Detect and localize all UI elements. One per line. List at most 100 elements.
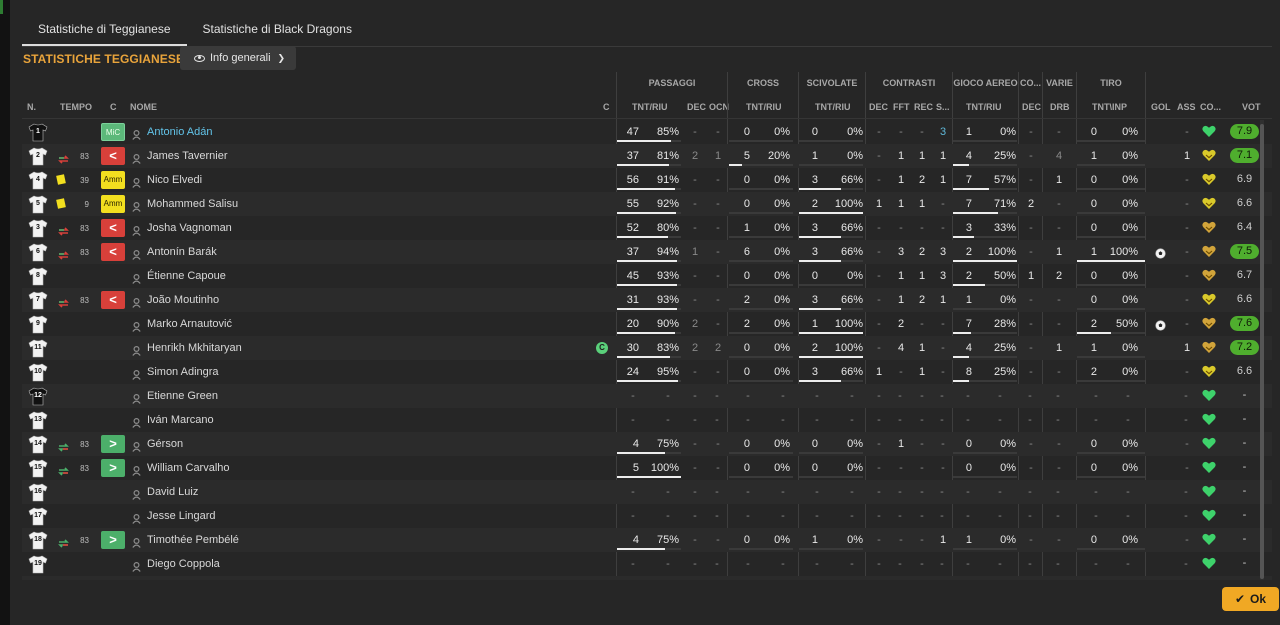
ok-button[interactable]: ✔ Ok: [1222, 587, 1279, 611]
player-name-link[interactable]: Nico Elvedi: [147, 168, 202, 192]
col-header-contr-fft[interactable]: FFT: [893, 102, 910, 112]
col-header-pass-ocn[interactable]: OCN: [709, 102, 729, 112]
shirt-icon: 7: [28, 291, 48, 310]
player-row[interactable]: 2 83 < James Tavernier 37 81% 2 1 5 20% 1 0% -1 1 1 4 25…: [22, 144, 1272, 168]
contrasti-dec: -: [877, 462, 881, 474]
player-row[interactable]: 17 Jesse Lingard - - - - - - - - - - - - - - - - - - - -: [22, 504, 1272, 528]
col-header-captain[interactable]: C: [603, 102, 610, 112]
shots-bar-track: [1077, 284, 1145, 286]
col-header-cross-tnt-riu[interactable]: TNT/RIU: [746, 102, 782, 112]
shots-bar-fill: [1077, 260, 1145, 262]
col-header-co[interactable]: CO...: [1200, 102, 1221, 112]
player-rows: 1 MiC Antonio Adán 47 85% - -0 0% 0 0% - - -3 1 0% - -0 0…: [22, 120, 1272, 580]
person-icon: [132, 535, 141, 548]
player-name-link[interactable]: Mohammed Salisu: [147, 192, 238, 216]
col-header-contr-rec[interactable]: REC: [914, 102, 933, 112]
empty-stat: -: [693, 486, 697, 498]
dribbles: -: [1057, 438, 1061, 450]
player-name-link[interactable]: João Moutinho: [147, 288, 219, 312]
assists: -: [1185, 126, 1189, 138]
player-name-link[interactable]: Antonín Barák: [147, 240, 217, 264]
player-row[interactable]: 7 83 < João Moutinho 31 93% - -2 0% 3 66% -1 2 1 1 0% - -…: [22, 288, 1272, 312]
shirt-number: 7: [36, 296, 40, 303]
player-row[interactable]: 12 Etienne Green - - - - - - - - - - - - - - - - - - - -: [22, 384, 1272, 408]
player-name-link[interactable]: William Carvalho: [147, 456, 230, 480]
player-rating: 7.6: [1230, 316, 1259, 331]
player-name-link[interactable]: Diego Coppola: [147, 552, 220, 576]
header-divider: [22, 118, 1272, 119]
col-header-vot[interactable]: VOT: [1242, 102, 1261, 112]
player-name-link[interactable]: Henrikh Mkhitaryan: [147, 336, 242, 360]
col-header-co-dec[interactable]: DEC: [1022, 102, 1041, 112]
player-row[interactable]: 13 Iván Marcano - - - - - - - - - - - - - - - - - - - -: [22, 408, 1272, 432]
aerial-bar-fill: [953, 212, 998, 214]
view-dropdown[interactable]: Info generali ❯: [180, 46, 296, 70]
shirt-icon: 5: [28, 195, 48, 214]
col-header-pass-dec[interactable]: DEC: [687, 102, 706, 112]
player-name-link[interactable]: Antonio Adán: [147, 120, 212, 144]
player-name-link[interactable]: David Luiz: [147, 480, 198, 504]
player-name-link[interactable]: James Tavernier: [147, 144, 228, 168]
empty-stat: -: [631, 414, 635, 426]
col-header-pass-tnt-riu[interactable]: TNT/RIU: [632, 102, 668, 112]
player-row[interactable]: 4 39 Amm Nico Elvedi 56 91% - -0 0% 3 66% -1 2 1 7 57% -…: [22, 168, 1272, 192]
player-row[interactable]: [22, 576, 1272, 580]
col-header-c[interactable]: C: [110, 102, 117, 112]
player-row[interactable]: 15 83 > William Carvalho 5 100% - -0 0% 0 0% - - - -0 0…: [22, 456, 1272, 480]
player-name-link[interactable]: Étienne Capoue: [147, 264, 226, 288]
col-header-sciv-tnt-riu[interactable]: TNT/RIU: [815, 102, 851, 112]
player-row[interactable]: 11 Henrikh Mkhitaryan C 30 83% 2 2 0 0% 2 100% -4 1-…: [22, 336, 1272, 360]
col-header-contr-dec[interactable]: DEC: [869, 102, 888, 112]
empty-stat: -: [940, 414, 944, 426]
col-header-n[interactable]: N.: [27, 102, 36, 112]
col-header-varie-drb[interactable]: DRB: [1050, 102, 1070, 112]
co-decisive: 1: [1027, 270, 1035, 282]
passes-bar-fill: [617, 140, 671, 142]
player-row[interactable]: 19 Diego Coppola - - - - - - - - - - - - - - - - - - - -: [22, 552, 1272, 576]
player-row[interactable]: 3 83 < Josha Vagnoman 52 80% - -1 0% 3 66% - - - -3 33%…: [22, 216, 1272, 240]
col-header-gol[interactable]: GOL: [1151, 102, 1171, 112]
player-name-link[interactable]: Etienne Green: [147, 384, 218, 408]
player-name-link[interactable]: Jesse Lingard: [147, 504, 216, 528]
substitution-in-icon: [58, 463, 69, 481]
view-dropdown-label: Info generali: [210, 52, 271, 64]
col-header-nome[interactable]: NOME: [130, 102, 157, 112]
player-name-link[interactable]: Josha Vagnoman: [147, 216, 232, 240]
contrasti-dec: -: [877, 222, 881, 234]
empty-stat: -: [850, 510, 854, 522]
contrasti-rec: 1: [918, 270, 926, 282]
tab-black-dragons[interactable]: Statistiche di Black Dragons: [187, 15, 368, 46]
col-header-contr-s[interactable]: S...: [936, 102, 950, 112]
player-name-link[interactable]: Simon Adingra: [147, 360, 219, 384]
col-header-aereo-tnt-riu[interactable]: TNT/RIU: [966, 102, 1002, 112]
player-name-link[interactable]: Marko Arnautović: [147, 312, 232, 336]
crosses-bar-track: [729, 260, 793, 262]
player-row[interactable]: 14 83 > Gérson 4 75% - -0 0% 0 0% -1- -0 0% - -0 0% - -: [22, 432, 1272, 456]
player-row[interactable]: 16 David Luiz - - - - - - - - - - - - - - - - - - - -: [22, 480, 1272, 504]
contrasti-fft: 1: [897, 198, 905, 210]
player-name-link[interactable]: Timothée Pembélé: [147, 528, 239, 552]
empty-stat: -: [1028, 486, 1032, 498]
player-name-link[interactable]: Gérson: [147, 432, 183, 456]
player-row[interactable]: 18 83 > Timothée Pembélé 4 75% - -0 0% 1 0% - - -1 1 0%…: [22, 528, 1272, 552]
player-row[interactable]: 9 Marko Arnautović 20 90% 2-2 0% 1 100% -2- -7 28%…: [22, 312, 1272, 336]
empty-stat: -: [898, 510, 902, 522]
vertical-scrollbar[interactable]: [1260, 120, 1264, 580]
scrollbar-thumb[interactable]: [1260, 124, 1264, 579]
player-row[interactable]: 10 Simon Adingra 24 95% - -0 0% 3 66% 1-1-8 25% - -2…: [22, 360, 1272, 384]
person-icon: [132, 343, 141, 356]
player-row[interactable]: 1 MiC Antonio Adán 47 85% - -0 0% 0 0% - - -3 1 0% - -0 0…: [22, 120, 1272, 144]
col-header-ass[interactable]: ASS: [1177, 102, 1196, 112]
player-name-link[interactable]: Iván Marcano: [147, 408, 214, 432]
person-icon: [132, 391, 141, 404]
aerial-bar-track: [953, 140, 1017, 142]
player-row[interactable]: 5 9 Amm Mohammed Salisu 55 92% - -0 0% 2 100% 1 1 1-7…: [22, 192, 1272, 216]
player-row[interactable]: 6 83 < Antonín Barák 37 94% 1-6 0% 3 66% -3 2 3 2 100%…: [22, 240, 1272, 264]
dribbles: 1: [1055, 174, 1063, 186]
tab-teggianese[interactable]: Statistiche di Teggianese: [22, 15, 187, 46]
col-header-tempo[interactable]: TEMPO: [60, 102, 92, 112]
col-header-tiro-tnt-inp[interactable]: TNT\INP: [1092, 102, 1127, 112]
assists: -: [1185, 294, 1189, 306]
chances-created: -: [716, 126, 720, 138]
player-row[interactable]: 8 Étienne Capoue 45 93% - -0 0% 0 0% -1 1 3 2 50% 1 2 0 0…: [22, 264, 1272, 288]
